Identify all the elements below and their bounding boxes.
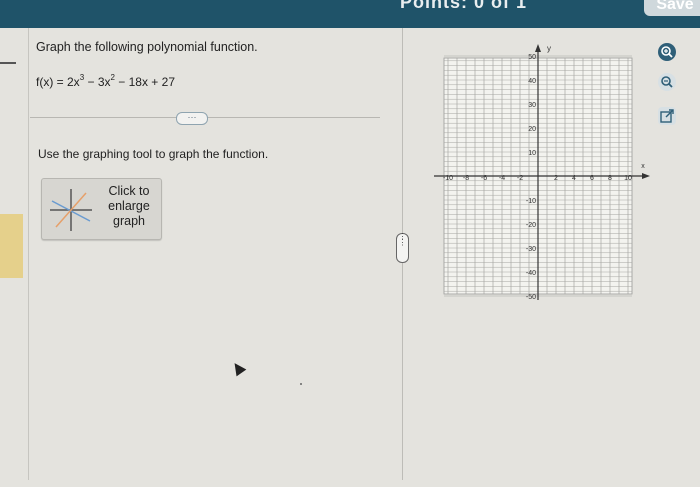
pane-resize-handle[interactable]: ⋮ ⋮ [396, 233, 409, 263]
x-tick-label: -10 [443, 175, 453, 182]
zoom-in-icon[interactable] [658, 43, 676, 61]
zoom-out-icon[interactable] [658, 73, 676, 91]
question-pane [28, 28, 403, 480]
top-header-bar: Points: 0 of 1 Save [0, 0, 700, 28]
x-axis-label: x [641, 163, 645, 170]
function-part: − 3x [84, 75, 111, 89]
stray-dot [300, 383, 302, 385]
x-tick-label: 10 [624, 175, 632, 182]
function-expression: f(x) = 2x3 − 3x2 − 18x + 27 [36, 73, 175, 89]
x-tick-label: -4 [499, 175, 505, 182]
x-tick-label: 6 [590, 175, 594, 182]
y-tick-label: 40 [528, 78, 536, 85]
x-tick-label: -8 [463, 175, 469, 182]
y-tick-label: -10 [526, 198, 536, 205]
function-part: f(x) = 2x [36, 75, 80, 89]
x-axis-arrow-icon [642, 173, 650, 179]
graph-canvas[interactable]: y x -10 -8 -6 -4 -2 2 4 6 8 10 50 40 30 20 10 -10 -20 -30 -4… [424, 44, 654, 304]
enlarge-graph-label: Click to enlarge graph [108, 184, 150, 228]
y-tick-label: -50 [526, 294, 536, 301]
question-title: Graph the following polynomial function. [36, 40, 258, 54]
graph-thumbnail-icon [50, 189, 92, 231]
x-tick-label: 8 [608, 175, 612, 182]
function-part: − 18x + 27 [114, 75, 175, 89]
y-tick-label: -20 [526, 222, 536, 229]
points-text: Points: 0 of 1 [400, 0, 528, 12]
left-dash-mark [0, 62, 16, 64]
instruction-text: Use the graphing tool to graph the funct… [38, 147, 269, 161]
y-tick-label: 20 [528, 126, 536, 133]
y-axis-arrow-icon [535, 44, 541, 52]
save-button[interactable]: Save [644, 0, 700, 16]
x-tick-label: -2 [517, 175, 523, 182]
x-tick-label: 4 [572, 175, 576, 182]
popout-icon[interactable] [658, 107, 676, 125]
enlarge-graph-button[interactable]: Click to enlarge graph [41, 178, 162, 240]
x-tick-label: 2 [554, 175, 558, 182]
y-tick-label: 30 [528, 102, 536, 109]
y-tick-label: 50 [528, 54, 536, 61]
y-axis-label: y [547, 44, 551, 53]
y-tick-label: 10 [528, 150, 536, 157]
x-tick-label: -6 [481, 175, 487, 182]
y-tick-label: -40 [526, 270, 536, 277]
more-button[interactable]: ··· [176, 112, 208, 125]
side-tab[interactable] [0, 214, 23, 278]
y-tick-label: -30 [526, 246, 536, 253]
